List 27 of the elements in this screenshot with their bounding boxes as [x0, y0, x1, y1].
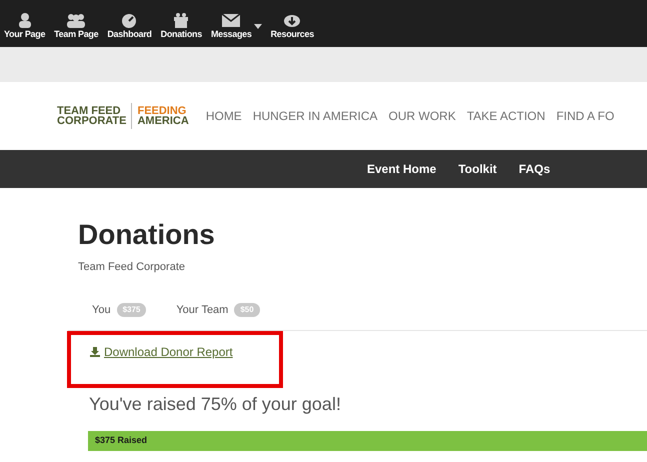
nav-link[interactable]: HUNGER IN AMERICA — [252, 107, 378, 125]
toolbar-button[interactable]: Team Page — [54, 12, 98, 41]
toolbar-button[interactable]: Resources — [270, 12, 314, 41]
toolbar-button[interactable]: Dashboard — [107, 12, 152, 41]
page-subtitle: Team Feed Corporate — [78, 260, 186, 275]
logo-text: FEEDING — [137, 106, 186, 116]
nav-link[interactable]: FIND A FO — [556, 107, 614, 125]
toolbar-button[interactable]: Messages — [210, 12, 262, 41]
progress-label: $375 Raised — [95, 434, 148, 448]
sub-nav-link[interactable]: Event Home — [367, 160, 436, 178]
logo-text: TEAM FEED — [57, 106, 121, 116]
sub-nav-link[interactable]: Toolkit — [458, 160, 497, 178]
page-title: Donations — [78, 218, 216, 252]
envelope-icon — [221, 12, 242, 28]
sub-nav-link[interactable]: FAQs — [518, 160, 550, 178]
download-icon — [90, 347, 100, 357]
nav-link[interactable]: OUR WORK — [388, 107, 456, 125]
toolbar-button[interactable]: Your Page — [4, 12, 46, 41]
download-link[interactable]: Download Donor Report — [90, 343, 647, 361]
group-icon — [66, 12, 86, 28]
nav-link[interactable]: HOME — [206, 107, 242, 125]
toolbar-button[interactable]: Donations — [160, 12, 202, 41]
logo-text: CORPORATE — [57, 116, 126, 126]
nav-link[interactable]: TAKE ACTION — [466, 107, 546, 125]
logo[interactable]: TEAM FEED CORPORATE FEEDING AMERICA — [57, 103, 189, 129]
progress-message: You've raised 75% of your goal! — [88, 393, 342, 416]
logo-text: AMERICA — [137, 116, 189, 126]
